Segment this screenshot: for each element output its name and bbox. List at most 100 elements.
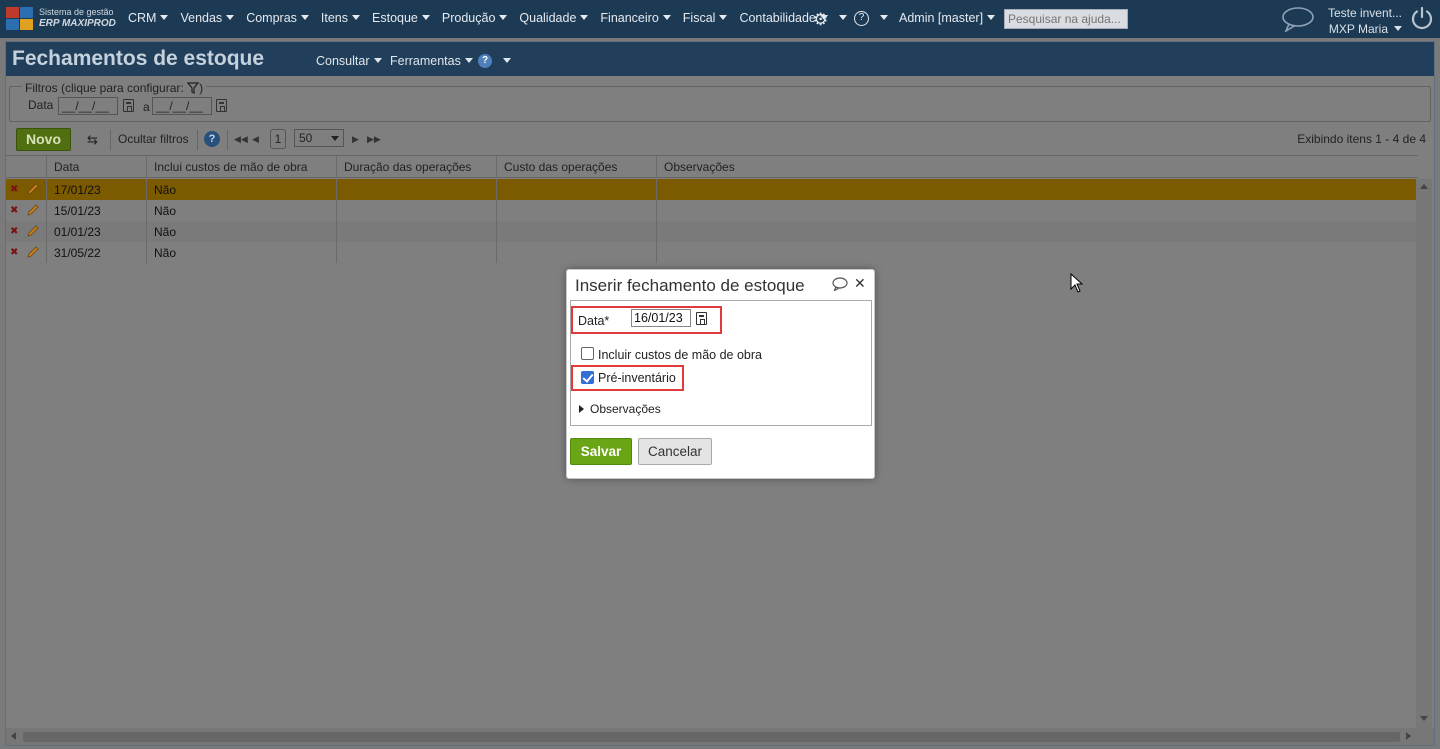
calendar-icon[interactable]	[123, 99, 134, 112]
page-help-icon[interactable]: ?	[478, 54, 492, 68]
help-caret-icon[interactable]	[880, 15, 888, 20]
delete-icon[interactable]: ✖	[10, 226, 18, 237]
edit-pencil-icon[interactable]	[26, 182, 40, 196]
labor-costs-label[interactable]: Incluir custos de mão de obra	[598, 348, 762, 362]
column-header-duration[interactable]: Duração das operações	[336, 156, 496, 178]
menu-producao[interactable]: Produção	[442, 11, 508, 25]
edit-pencil-icon[interactable]	[26, 245, 40, 259]
calendar-icon[interactable]	[696, 312, 707, 325]
settings-caret-icon[interactable]	[839, 15, 847, 20]
menu-consultar[interactable]: Consultar	[316, 54, 382, 68]
cell-labor-costs: Não	[146, 221, 336, 242]
refresh-icon[interactable]: ⇆	[87, 132, 98, 148]
filters-legend[interactable]: Filtros (clique para configurar: )	[22, 81, 207, 95]
grid-help-icon[interactable]: ?	[204, 131, 220, 147]
table-row[interactable]: ✖ 15/01/23 Não	[6, 200, 1418, 221]
help-search-input[interactable]	[1004, 9, 1128, 29]
edit-pencil-icon[interactable]	[26, 203, 40, 217]
cell-cost	[496, 242, 656, 263]
vertical-scrollbar[interactable]	[1416, 179, 1432, 729]
last-page-icon[interactable]: ▶▶	[367, 134, 381, 145]
date-input[interactable]	[631, 309, 691, 327]
scroll-right-icon[interactable]	[1406, 732, 1411, 740]
power-icon[interactable]	[1410, 6, 1434, 30]
menu-compras[interactable]: Compras	[246, 11, 309, 25]
menu-vendas[interactable]: Vendas	[180, 11, 235, 25]
cell-labor-costs: Não	[146, 242, 336, 263]
menu-qualidade[interactable]: Qualidade	[519, 11, 589, 25]
delete-icon[interactable]: ✖	[10, 205, 18, 216]
help-icon[interactable]: ?	[854, 11, 869, 26]
table-row[interactable]: ✖ 31/05/22 Não	[6, 242, 1418, 263]
edit-pencil-icon[interactable]	[26, 224, 40, 238]
pre-inventory-checkbox[interactable]	[581, 371, 594, 384]
column-header-labor-costs[interactable]: Inclui custos de mão de obra	[146, 156, 336, 178]
horizontal-scrollbar[interactable]	[6, 728, 1434, 745]
delete-icon[interactable]: ✖	[10, 247, 18, 258]
insert-closing-dialog: Inserir fechamento de estoque ✕ Data* In…	[566, 269, 875, 479]
menu-ferramentas[interactable]: Ferramentas	[390, 54, 473, 68]
user-menu[interactable]: Admin [master]	[899, 11, 996, 25]
cell-duration	[336, 221, 496, 242]
column-header-notes[interactable]: Observações	[656, 156, 1418, 178]
cell-duration	[336, 200, 496, 221]
filter-date-between: a	[143, 100, 150, 114]
menu-crm[interactable]: CRM	[128, 11, 169, 25]
table-row[interactable]: ✖ 01/01/23 Não	[6, 221, 1418, 242]
cell-cost	[496, 221, 656, 242]
first-page-icon[interactable]: ◀◀	[234, 134, 248, 145]
calendar-icon[interactable]	[216, 99, 227, 112]
cell-notes	[656, 179, 1418, 200]
labor-costs-checkbox[interactable]	[581, 347, 594, 360]
comment-icon[interactable]	[832, 277, 848, 291]
next-page-icon[interactable]: ▶	[352, 134, 359, 145]
gear-icon[interactable]: ⚙	[813, 10, 828, 30]
save-button[interactable]: Salvar	[570, 438, 632, 465]
filters-panel: Filtros (clique para configurar: ) Data …	[9, 81, 1431, 122]
page-help-caret-icon[interactable]	[503, 58, 511, 63]
scrollbar-thumb[interactable]	[23, 732, 1400, 742]
column-header-cost[interactable]: Custo das operações	[496, 156, 656, 178]
close-icon[interactable]: ✕	[854, 275, 866, 292]
menu-estoque[interactable]: Estoque	[372, 11, 430, 25]
cell-cost	[496, 200, 656, 221]
menu-fiscal[interactable]: Fiscal	[683, 11, 728, 25]
cell-cost	[496, 179, 656, 200]
cell-date: 17/01/23	[46, 179, 146, 200]
cell-date: 01/01/23	[46, 221, 146, 242]
dialog-title: Inserir fechamento de estoque	[575, 276, 805, 295]
dialog-form: Data* Incluir custos de mão de obra Pré-…	[570, 300, 872, 426]
table-row[interactable]: ✖ 17/01/23 Não	[6, 179, 1418, 200]
cancel-button[interactable]: Cancelar	[638, 438, 712, 465]
page-number-input[interactable]: 1	[270, 129, 286, 149]
menu-itens[interactable]: Itens	[321, 11, 361, 25]
per-page-select[interactable]: 50	[294, 129, 344, 147]
scroll-up-icon[interactable]	[1420, 184, 1428, 189]
hide-filters-button[interactable]: Ocultar filtros	[118, 132, 189, 146]
column-header-data[interactable]: Data	[46, 156, 146, 178]
filter-icon[interactable]	[186, 82, 200, 94]
cell-duration	[336, 242, 496, 263]
cell-date: 31/05/22	[46, 242, 146, 263]
grid-header: Data Inclui custos de mão de obra Duraçã…	[6, 155, 1418, 178]
maxiprod-logo[interactable]	[6, 7, 34, 31]
brand-text: Sistema de gestão ERP MAXIPROD	[39, 7, 116, 29]
scroll-left-icon[interactable]	[11, 732, 16, 740]
pre-inventory-label[interactable]: Pré-inventário	[598, 371, 676, 385]
prev-page-icon[interactable]: ◀	[252, 134, 259, 145]
cell-duration	[336, 179, 496, 200]
chat-icon[interactable]	[1281, 6, 1315, 32]
mouse-cursor-icon	[1070, 273, 1084, 293]
menu-financeiro[interactable]: Financeiro	[600, 11, 671, 25]
filter-date-to-input[interactable]	[152, 97, 212, 115]
expand-triangle-icon[interactable]	[579, 405, 584, 413]
delete-icon[interactable]: ✖	[10, 184, 18, 195]
scroll-down-icon[interactable]	[1420, 716, 1428, 721]
new-button[interactable]: Novo	[16, 128, 71, 151]
notes-toggle[interactable]: Observações	[590, 402, 661, 416]
main-menu: CRM Vendas Compras Itens Estoque Produçã…	[128, 11, 840, 25]
brand-line2: ERP MAXIPROD	[39, 18, 116, 29]
page-title: Fechamentos de estoque	[12, 47, 265, 70]
filter-date-from-input[interactable]	[58, 97, 118, 115]
company-user-selector[interactable]: Teste invent... MXP Maria	[1322, 5, 1402, 37]
